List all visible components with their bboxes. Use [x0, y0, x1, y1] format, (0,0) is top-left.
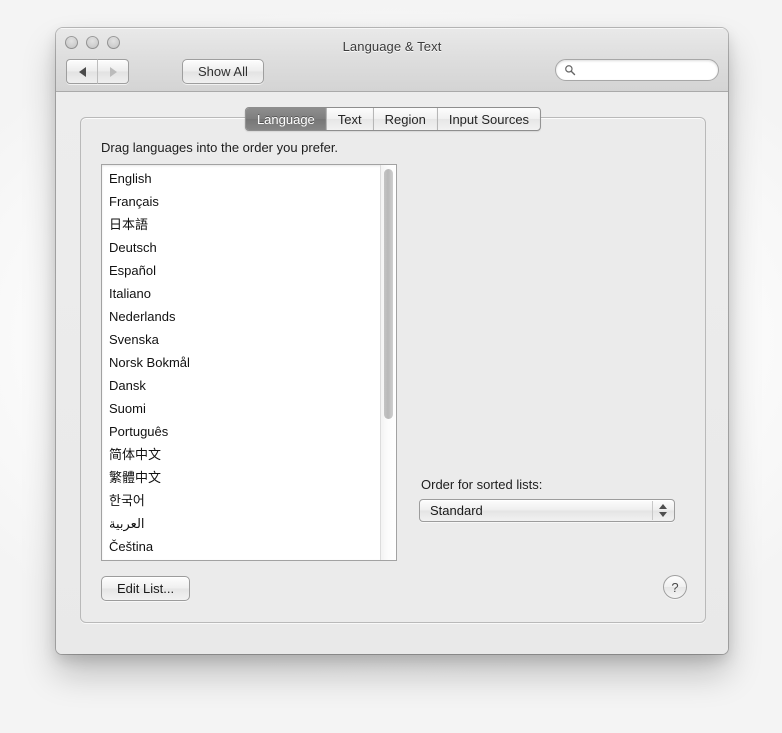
list-item[interactable]: Español	[102, 259, 380, 282]
search-icon	[565, 65, 576, 76]
language-list-rows: English Français 日本語 Deutsch Español Ita…	[102, 165, 380, 560]
sort-order-value: Standard	[430, 503, 483, 518]
list-item[interactable]: 한국어	[102, 489, 380, 512]
list-item[interactable]: Dansk	[102, 374, 380, 397]
list-item[interactable]: Deutsch	[102, 236, 380, 259]
tab-language[interactable]: Language	[245, 108, 326, 130]
sort-order-popup[interactable]: Standard	[419, 499, 675, 522]
window-title: Language & Text	[342, 39, 442, 54]
chevron-down-icon	[659, 512, 667, 517]
list-item[interactable]: Svenska	[102, 328, 380, 351]
scrollbar-thumb[interactable]	[384, 169, 393, 419]
drag-hint-label: Drag languages into the order you prefer…	[101, 140, 339, 155]
list-scrollbar[interactable]	[380, 165, 396, 560]
list-item[interactable]: 简体中文	[102, 443, 380, 466]
tab-input-sources[interactable]: Input Sources	[436, 108, 540, 130]
sort-order-label: Order for sorted lists:	[421, 477, 543, 492]
list-item[interactable]: 日本語	[102, 213, 380, 236]
edit-list-button[interactable]: Edit List...	[101, 576, 191, 601]
tab-text[interactable]: Text	[325, 108, 373, 130]
list-item[interactable]: Italiano	[102, 282, 380, 305]
window-titlebar: Language & Text Show All	[56, 28, 728, 92]
forward-button[interactable]	[97, 59, 129, 84]
list-item[interactable]: English	[102, 167, 380, 190]
system-preferences-window: Language & Text Show All Language Text R…	[56, 28, 728, 654]
list-item[interactable]: Français	[102, 190, 380, 213]
popup-stepper-icon	[652, 501, 673, 520]
navigation-buttons	[66, 59, 129, 84]
list-item[interactable]: Suomi	[102, 397, 380, 420]
list-item[interactable]: Čeština	[102, 535, 380, 558]
help-button[interactable]: ?	[663, 575, 687, 599]
show-all-button[interactable]: Show All	[182, 59, 264, 84]
search-input[interactable]	[580, 63, 710, 77]
language-tab-panel: Language Text Region Input Sources Drag …	[80, 107, 706, 623]
list-item[interactable]: 繁體中文	[102, 466, 380, 489]
chevron-up-icon	[659, 504, 667, 509]
list-item[interactable]: Português	[102, 420, 380, 443]
window-body: Language Text Region Input Sources Drag …	[56, 92, 728, 654]
tab-bar: Language Text Region Input Sources	[244, 107, 542, 131]
back-arrow-icon	[78, 66, 86, 77]
tab-region[interactable]: Region	[372, 108, 437, 130]
language-list[interactable]: English Français 日本語 Deutsch Español Ita…	[101, 164, 397, 561]
list-item[interactable]: Norsk Bokmål	[102, 351, 380, 374]
list-item[interactable]: Nederlands	[102, 305, 380, 328]
list-item[interactable]: العربية	[102, 512, 380, 535]
forward-arrow-icon	[109, 66, 117, 77]
search-field[interactable]	[555, 59, 719, 81]
back-button[interactable]	[66, 59, 97, 84]
